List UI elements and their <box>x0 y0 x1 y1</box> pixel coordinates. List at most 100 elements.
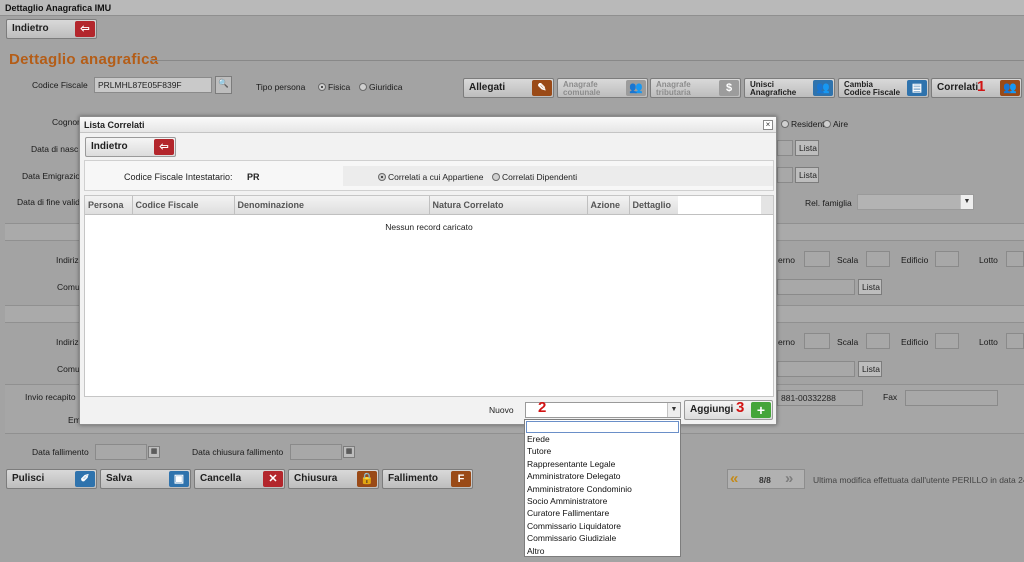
dropdown-option[interactable]: Commissario Liquidatore <box>525 520 680 532</box>
correlati-label: Correlati <box>937 82 979 93</box>
cf-intestatario-value: PR <box>247 172 260 182</box>
empty-message: Nessun record caricato <box>385 222 473 232</box>
col-denominazione[interactable]: Denominazione <box>234 196 430 215</box>
dropdown-option[interactable]: Altro <box>525 545 680 557</box>
radio-dipendenti-dot[interactable] <box>492 173 500 181</box>
grid-scroll-corner <box>761 196 773 215</box>
anagrafe-comunale-button[interactable]: Anagrafe comunale 👥 <box>557 78 648 98</box>
dropdown-option[interactable]: Commissario Giudiziale <box>525 532 680 544</box>
moneybag-icon: $ <box>719 80 739 96</box>
fallimento-button[interactable]: Fallimento F <box>382 469 473 489</box>
allegati-button[interactable]: Allegati ✎ <box>463 78 554 98</box>
lotto-label-2: Lotto <box>979 337 998 347</box>
codice-fiscale-label: Codice Fiscale <box>32 80 88 90</box>
calendar-icon[interactable]: ▦ <box>343 446 355 458</box>
dropdown-option[interactable]: Rappresentante Legale <box>525 458 680 470</box>
comune-input-1[interactable] <box>777 279 855 295</box>
unisci-anagrafiche-button[interactable]: Unisci Anagrafiche 👥 <box>744 78 835 98</box>
indirizzo-label-2: Indiriz <box>56 337 79 347</box>
fallimento-label: Fallimento <box>388 473 439 484</box>
anagrafe-tributaria-button[interactable]: Anagrafe tributaria $ <box>650 78 741 98</box>
pager-prev-icon[interactable]: « <box>730 470 738 487</box>
lotto-label-1: Lotto <box>979 255 998 265</box>
add-plus-icon: + <box>751 402 771 418</box>
dropdown-option[interactable]: Erede <box>525 433 680 445</box>
dropdown-option[interactable]: Socio Amministratore <box>525 495 680 507</box>
dropdown-option[interactable]: Amministratore Condominio <box>525 483 680 495</box>
data-fallimento-label: Data fallimento <box>32 447 89 457</box>
lista-button-4[interactable]: Lista <box>858 361 882 377</box>
data-emigrazione-input[interactable] <box>777 167 793 183</box>
radio-giuridica-label: Giuridica <box>369 82 403 92</box>
id-card-icon: ▤ <box>907 80 927 96</box>
chiusura-button[interactable]: Chiusura 🔒 <box>288 469 379 489</box>
edificio-input-2[interactable] <box>935 333 959 349</box>
rel-famiglia-select[interactable]: ▼ <box>857 194 974 210</box>
data-fallimento-input[interactable] <box>95 444 147 460</box>
radio-correlati-dipendenti[interactable]: Correlati Dipendenti <box>492 172 577 182</box>
search-button[interactable]: 🔍 <box>215 76 232 94</box>
modal-back-button[interactable]: Indietro ⇦ <box>85 137 176 157</box>
fax-input[interactable] <box>905 390 998 406</box>
radio-fisica-dot[interactable] <box>318 83 326 91</box>
radio-dipendenti-label: Correlati Dipendenti <box>502 172 578 182</box>
rel-famiglia-label: Rel. famiglia <box>805 198 852 208</box>
codice-fiscale-input[interactable]: PRLMHL87E05F839F <box>94 77 212 93</box>
calendar-icon[interactable]: ▦ <box>148 446 160 458</box>
salva-button[interactable]: Salva ▣ <box>100 469 191 489</box>
lista-button-3[interactable]: Lista <box>858 279 882 295</box>
delete-x-icon: ✕ <box>263 471 283 487</box>
aggiungi-button[interactable]: Aggiungi + <box>684 400 773 420</box>
comune-label-2: Comu <box>57 364 80 374</box>
radio-fisica[interactable]: Fisica <box>318 82 350 92</box>
eraser-icon: ✐ <box>75 471 95 487</box>
pulisci-button[interactable]: Pulisci ✐ <box>6 469 97 489</box>
edificio-input-1[interactable] <box>935 251 959 267</box>
dropdown-option[interactable]: Curatore Fallimentare <box>525 507 680 519</box>
col-azione[interactable]: Azione <box>587 196 630 215</box>
people-icon: 👥 <box>626 80 646 96</box>
radio-giuridica-dot[interactable] <box>359 83 367 91</box>
close-icon[interactable]: × <box>763 120 773 130</box>
radio-appartiene-dot[interactable] <box>378 173 386 181</box>
dropdown-option[interactable]: Amministratore Delegato <box>525 470 680 482</box>
dropdown-option[interactable]: Tutore <box>525 445 680 457</box>
scala-input-2[interactable] <box>866 333 890 349</box>
data-nascita-input[interactable] <box>777 140 793 156</box>
chevron-down-icon: ▼ <box>667 403 680 417</box>
dropdown-option-empty[interactable] <box>526 421 679 433</box>
pager-next-icon[interactable]: » <box>785 470 793 487</box>
cancella-button[interactable]: Cancella ✕ <box>194 469 285 489</box>
radio-aire-dot[interactable] <box>823 120 831 128</box>
col-codice-fiscale[interactable]: Codice Fiscale <box>132 196 235 215</box>
nuovo-select[interactable]: ▼ <box>525 402 681 418</box>
telefono-input[interactable]: 881-00332288 <box>777 390 863 406</box>
col-persona[interactable]: Persona <box>85 196 133 215</box>
section-divider <box>150 60 1024 61</box>
lista-button-1[interactable]: Lista <box>795 140 819 156</box>
col-dettaglio[interactable]: Dettaglio <box>629 196 679 215</box>
fallimento-f-icon: F <box>451 471 471 487</box>
radio-aire[interactable]: Aire <box>823 119 848 129</box>
radio-residente-dot[interactable] <box>781 120 789 128</box>
cancella-label: Cancella <box>200 473 242 484</box>
cambia-codice-fiscale-button[interactable]: Cambia Codice Fiscale ▤ <box>838 78 929 98</box>
fax-label: Fax <box>883 392 898 402</box>
back-button[interactable]: Indietro ⇦ <box>6 19 97 39</box>
interno-label-2: erno <box>778 337 796 347</box>
lotto-input-1[interactable] <box>1006 251 1024 267</box>
radio-correlati-appartiene[interactable]: Correlati a cui Appartiene <box>378 172 483 182</box>
interno-label-1: erno <box>778 255 796 265</box>
modal-title: Lista Correlati <box>80 117 776 133</box>
radio-giuridica[interactable]: Giuridica <box>359 82 403 92</box>
tipo-persona-label: Tipo persona <box>256 82 306 92</box>
lista-button-2[interactable]: Lista <box>795 167 819 183</box>
interno-input-2[interactable] <box>804 333 830 349</box>
cambia-label-2: Codice Fiscale <box>844 88 901 97</box>
interno-input-1[interactable] <box>804 251 830 267</box>
comune-input-2[interactable] <box>777 361 855 377</box>
col-natura-correlato[interactable]: Natura Correlato <box>429 196 588 215</box>
lotto-input-2[interactable] <box>1006 333 1024 349</box>
scala-input-1[interactable] <box>866 251 890 267</box>
data-chiusura-fallimento-input[interactable] <box>290 444 342 460</box>
